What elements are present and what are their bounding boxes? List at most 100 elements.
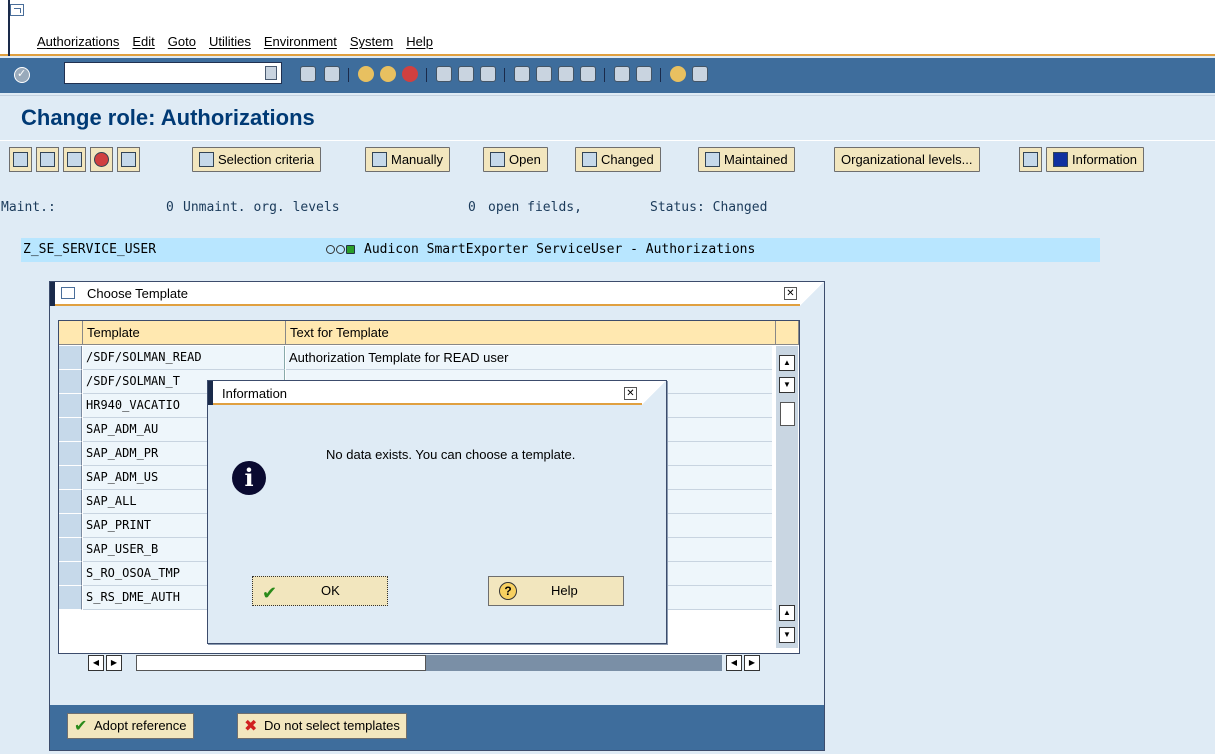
dialog-corner — [800, 282, 824, 306]
changed-button[interactable]: Changed — [575, 147, 661, 172]
scroll-down-icon[interactable]: ▼ — [779, 377, 795, 393]
find-next-icon[interactable] — [480, 66, 496, 82]
print-icon[interactable] — [436, 66, 452, 82]
selection-criteria-button[interactable]: Selection criteria — [192, 147, 322, 172]
column-header-text[interactable]: Text for Template — [286, 321, 776, 345]
dialog-title: Choose Template — [87, 286, 188, 301]
shortcut-icon[interactable] — [636, 66, 652, 82]
previous-page-icon[interactable] — [536, 66, 552, 82]
find-icon[interactable] — [458, 66, 474, 82]
role-description: Audicon SmartExporter ServiceUser - Auth… — [364, 242, 756, 257]
popup-corner — [642, 381, 666, 405]
popup-title: Information — [222, 386, 288, 401]
template-text-cell[interactable]: Authorization Template for READ user — [286, 346, 772, 370]
cancel-icon: ✖ — [244, 718, 258, 735]
scroll-right-icon[interactable]: ▶ — [744, 655, 760, 671]
menu-goto[interactable]: Goto — [168, 34, 196, 49]
info-icon: i — [232, 461, 266, 495]
system-menu-icon[interactable] — [10, 4, 24, 16]
row-selector[interactable] — [59, 346, 82, 370]
menu-edit[interactable]: Edit — [132, 34, 154, 49]
delete-button[interactable] — [117, 147, 140, 172]
toolbar-separator — [504, 68, 505, 82]
maintained-icon — [705, 152, 720, 168]
expand-icon — [13, 152, 28, 167]
help-icon[interactable] — [670, 66, 686, 82]
vertical-scrollbar[interactable]: ▲ ▼ ▲ ▼ — [776, 346, 798, 648]
row-selector[interactable] — [59, 442, 82, 466]
collapse-all-button[interactable] — [36, 147, 59, 172]
row-selector[interactable] — [59, 418, 82, 442]
row-selector[interactable] — [59, 538, 82, 562]
close-icon[interactable]: ✕ — [624, 387, 637, 400]
layout-menu-icon[interactable] — [692, 66, 708, 82]
template-cell[interactable]: /SDF/SOLMAN_READ — [83, 346, 285, 370]
list-icon — [1023, 152, 1038, 167]
do-not-select-templates-button[interactable]: ✖ Do not select templates — [237, 713, 407, 739]
row-selector[interactable] — [59, 586, 82, 610]
manual-icon — [372, 152, 387, 168]
open-icon — [490, 152, 505, 168]
scroll-left-icon[interactable]: ◀ — [726, 655, 742, 671]
changed-icon — [582, 152, 597, 168]
scroll-up-icon[interactable]: ▲ — [779, 355, 795, 371]
row-selector[interactable] — [59, 562, 82, 586]
menu-utilities[interactable]: Utilities — [209, 34, 251, 49]
toolbar-separator — [348, 68, 349, 82]
row-selector[interactable] — [59, 490, 82, 514]
open-count: 0 — [468, 200, 476, 215]
back-arrow-icon[interactable] — [300, 66, 316, 82]
row-selector[interactable] — [59, 514, 82, 538]
new-session-icon[interactable] — [614, 66, 630, 82]
scroll-left-icon[interactable]: ◀ — [88, 655, 104, 671]
horizontal-scrollbar[interactable]: ◀ ▶ ◀ ▶ — [78, 653, 778, 673]
command-history-icon[interactable] — [265, 66, 277, 80]
first-page-icon[interactable] — [514, 66, 530, 82]
menu-system[interactable]: System — [350, 34, 393, 49]
check-icon: ✔ — [74, 718, 88, 735]
help-button[interactable]: ? Help — [488, 576, 624, 606]
cancel-icon[interactable] — [402, 66, 418, 82]
status-lights-icon — [326, 245, 355, 254]
status-button[interactable] — [90, 147, 113, 172]
last-page-icon[interactable] — [580, 66, 596, 82]
expand-all-button[interactable] — [9, 147, 32, 172]
info-icon — [1053, 152, 1068, 168]
select-all-cell[interactable] — [59, 321, 83, 345]
enter-icon[interactable] — [14, 67, 30, 83]
dialog-accent-bar — [50, 282, 55, 306]
exit-icon[interactable] — [380, 66, 396, 82]
information-button[interactable]: Information — [1046, 147, 1145, 172]
row-selector[interactable] — [59, 466, 82, 490]
column-settings-icon[interactable] — [776, 321, 799, 345]
command-field[interactable] — [64, 62, 282, 84]
next-page-icon[interactable] — [558, 66, 574, 82]
command-input[interactable] — [65, 63, 255, 83]
menu-authorizations[interactable]: Authorizations — [37, 34, 119, 49]
row-selector[interactable] — [59, 370, 82, 394]
scroll-up-icon[interactable]: ▲ — [779, 605, 795, 621]
back-icon[interactable] — [358, 66, 374, 82]
maintained-button[interactable]: Maintained — [698, 147, 795, 172]
menu-environment[interactable]: Environment — [264, 34, 337, 49]
scroll-down-icon[interactable]: ▼ — [779, 627, 795, 643]
organizational-levels-button[interactable]: Organizational levels... — [834, 147, 980, 172]
row-selector[interactable] — [59, 394, 82, 418]
menu-help[interactable]: Help — [406, 34, 433, 49]
hscroll-thumb[interactable] — [136, 655, 426, 671]
page-title: Change role: Authorizations — [21, 105, 315, 130]
scroll-thumb[interactable] — [780, 402, 795, 426]
manually-button[interactable]: Manually — [365, 147, 451, 172]
column-header-template[interactable]: Template — [83, 321, 286, 345]
dialog-header: Choose Template ✕ — [50, 282, 824, 306]
toolbar-separator — [660, 68, 661, 82]
close-icon[interactable]: ✕ — [784, 287, 797, 300]
ok-button[interactable]: ✔ OK — [252, 576, 388, 606]
scroll-right-icon[interactable]: ▶ — [106, 655, 122, 671]
overview-button[interactable] — [1019, 147, 1042, 172]
open-button[interactable]: Open — [483, 147, 548, 172]
trash-icon — [121, 152, 136, 167]
adopt-reference-button[interactable]: ✔ Adopt reference — [67, 713, 194, 739]
save-icon[interactable] — [324, 66, 340, 82]
templates-button[interactable] — [63, 147, 86, 172]
